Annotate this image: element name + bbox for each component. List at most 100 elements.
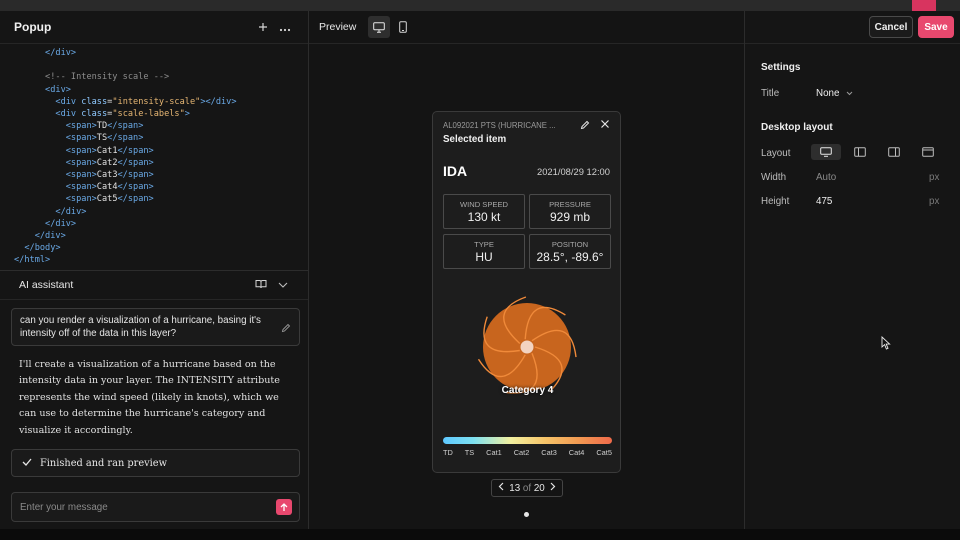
- save-button[interactable]: Save: [918, 16, 954, 38]
- chevron-right-icon[interactable]: [550, 482, 556, 494]
- code-token: ></div>: [200, 96, 237, 107]
- stat-position: POSITION 28.5°, -89.6°: [529, 234, 611, 269]
- desktop-layout-title: Desktop layout: [761, 122, 833, 133]
- check-icon: [22, 458, 32, 469]
- pagination: 13 of 20: [491, 479, 563, 497]
- cancel-button[interactable]: Cancel: [869, 16, 913, 38]
- stat-wind-speed: WIND SPEED 130 kt: [443, 194, 525, 229]
- preview-header: Preview: [309, 11, 744, 44]
- scale-label: Cat4: [568, 448, 585, 457]
- code-token: </span>: [117, 170, 154, 181]
- code-token: <span>: [65, 170, 97, 181]
- code-line: </div>: [14, 218, 308, 230]
- send-button[interactable]: [276, 499, 292, 515]
- title-label: Title: [761, 88, 780, 99]
- user-prompt-text: can you render a visualization of a hurr…: [20, 315, 261, 339]
- title-select[interactable]: None: [816, 88, 853, 99]
- code-token: "intensity-scale": [112, 96, 201, 107]
- arrow-up-icon: [280, 502, 288, 511]
- layout-option-left-panel-icon[interactable]: [845, 144, 875, 160]
- code-editor[interactable]: </div>​ <!-- Intensity scale --> <div> <…: [0, 44, 308, 270]
- code-token: Cat5: [96, 194, 118, 205]
- code-line: ​: [14, 59, 308, 71]
- code-token: <span>: [65, 133, 97, 144]
- layout-option-popup-icon[interactable]: [811, 144, 841, 160]
- code-token: </div>: [55, 206, 87, 217]
- message-composer: [11, 492, 300, 522]
- close-icon[interactable]: [600, 118, 610, 132]
- category-label: Category 4: [501, 385, 554, 396]
- width-input[interactable]: Auto: [816, 172, 836, 183]
- code-line: <!-- Intensity scale -->: [14, 71, 308, 83]
- stat-pressure: PRESSURE 929 mb: [529, 194, 611, 229]
- scale-label: Cat2: [513, 448, 530, 457]
- code-line: </div>: [14, 206, 308, 218]
- chevron-down-icon: [846, 91, 853, 96]
- page-current: 13: [509, 482, 521, 494]
- status-text: Finished and ran preview: [40, 457, 167, 469]
- code-token: </body>: [24, 243, 61, 254]
- code-token: "scale-labels": [112, 109, 185, 120]
- code-line: <span>TD</span>: [14, 120, 308, 132]
- pencil-icon[interactable]: [281, 323, 291, 337]
- editor-panel: Popup </div>​ <!-- Intensity scale --> <…: [0, 11, 309, 529]
- chevron-left-icon[interactable]: [498, 482, 504, 494]
- page-total: 20: [533, 482, 545, 494]
- code-token: Cat2: [96, 157, 118, 168]
- layer-name: AL092021 PTS (HURRICANE ...: [443, 121, 556, 130]
- stat-value: 130 kt: [467, 210, 501, 224]
- window-top-strip: [0, 0, 960, 11]
- page-indicator: 13 of 20: [509, 483, 544, 494]
- ellipsis-icon[interactable]: [274, 19, 296, 35]
- page-dot[interactable]: [524, 512, 529, 517]
- assistant-response: I'll create a visualization of a hurrica…: [19, 359, 280, 436]
- message-input[interactable]: [20, 501, 276, 513]
- scale-label: Cat3: [541, 448, 557, 457]
- layout-option-full-icon[interactable]: [913, 144, 943, 160]
- intensity-scale: [443, 437, 612, 444]
- panel-title: Popup: [14, 20, 52, 34]
- user-prompt-message: can you render a visualization of a hurr…: [11, 308, 300, 346]
- plus-icon[interactable]: [252, 19, 274, 35]
- width-unit: px: [929, 172, 940, 183]
- code-token: <span>: [65, 182, 97, 193]
- pencil-icon[interactable]: [580, 120, 590, 133]
- code-line: </div>: [14, 47, 308, 59]
- code-token: <!-- Intensity scale -->: [45, 72, 170, 83]
- settings-header: Cancel Save: [745, 11, 960, 44]
- code-line: <div class="intensity-scale"></div>: [14, 96, 308, 108]
- code-line: <span>Cat3</span>: [14, 169, 308, 181]
- stat-label: PRESSURE: [549, 200, 591, 209]
- code-token: </span>: [117, 157, 154, 168]
- chevron-down-icon[interactable]: [272, 279, 294, 291]
- book-icon[interactable]: [250, 279, 272, 292]
- phone-icon[interactable]: [392, 16, 414, 38]
- code-token: <span>: [65, 145, 97, 156]
- code-token: </span>: [117, 182, 154, 193]
- code-token: <div>: [45, 84, 71, 95]
- monitor-icon[interactable]: [368, 16, 391, 38]
- code-token: >: [184, 109, 190, 120]
- ai-assistant-header: AI assistant: [0, 270, 308, 300]
- stat-type: TYPE HU: [443, 234, 525, 269]
- code-token: <div: [55, 109, 82, 120]
- layout-option-right-panel-icon[interactable]: [879, 144, 909, 160]
- code-line: <span>Cat2</span>: [14, 157, 308, 169]
- scale-label: Cat1: [486, 448, 502, 457]
- code-token: <div: [55, 96, 82, 107]
- settings-panel: Cancel Save Settings Title None Desktop …: [745, 11, 960, 529]
- code-token: </span>: [117, 145, 154, 156]
- code-line: </div>: [14, 230, 308, 242]
- height-input[interactable]: 475: [816, 196, 832, 207]
- preview-panel: Preview AL092021 PTS (HURRICANE ... Sele…: [309, 11, 745, 529]
- stat-value: 28.5°, -89.6°: [536, 250, 604, 264]
- status-finished[interactable]: Finished and ran preview: [11, 449, 300, 477]
